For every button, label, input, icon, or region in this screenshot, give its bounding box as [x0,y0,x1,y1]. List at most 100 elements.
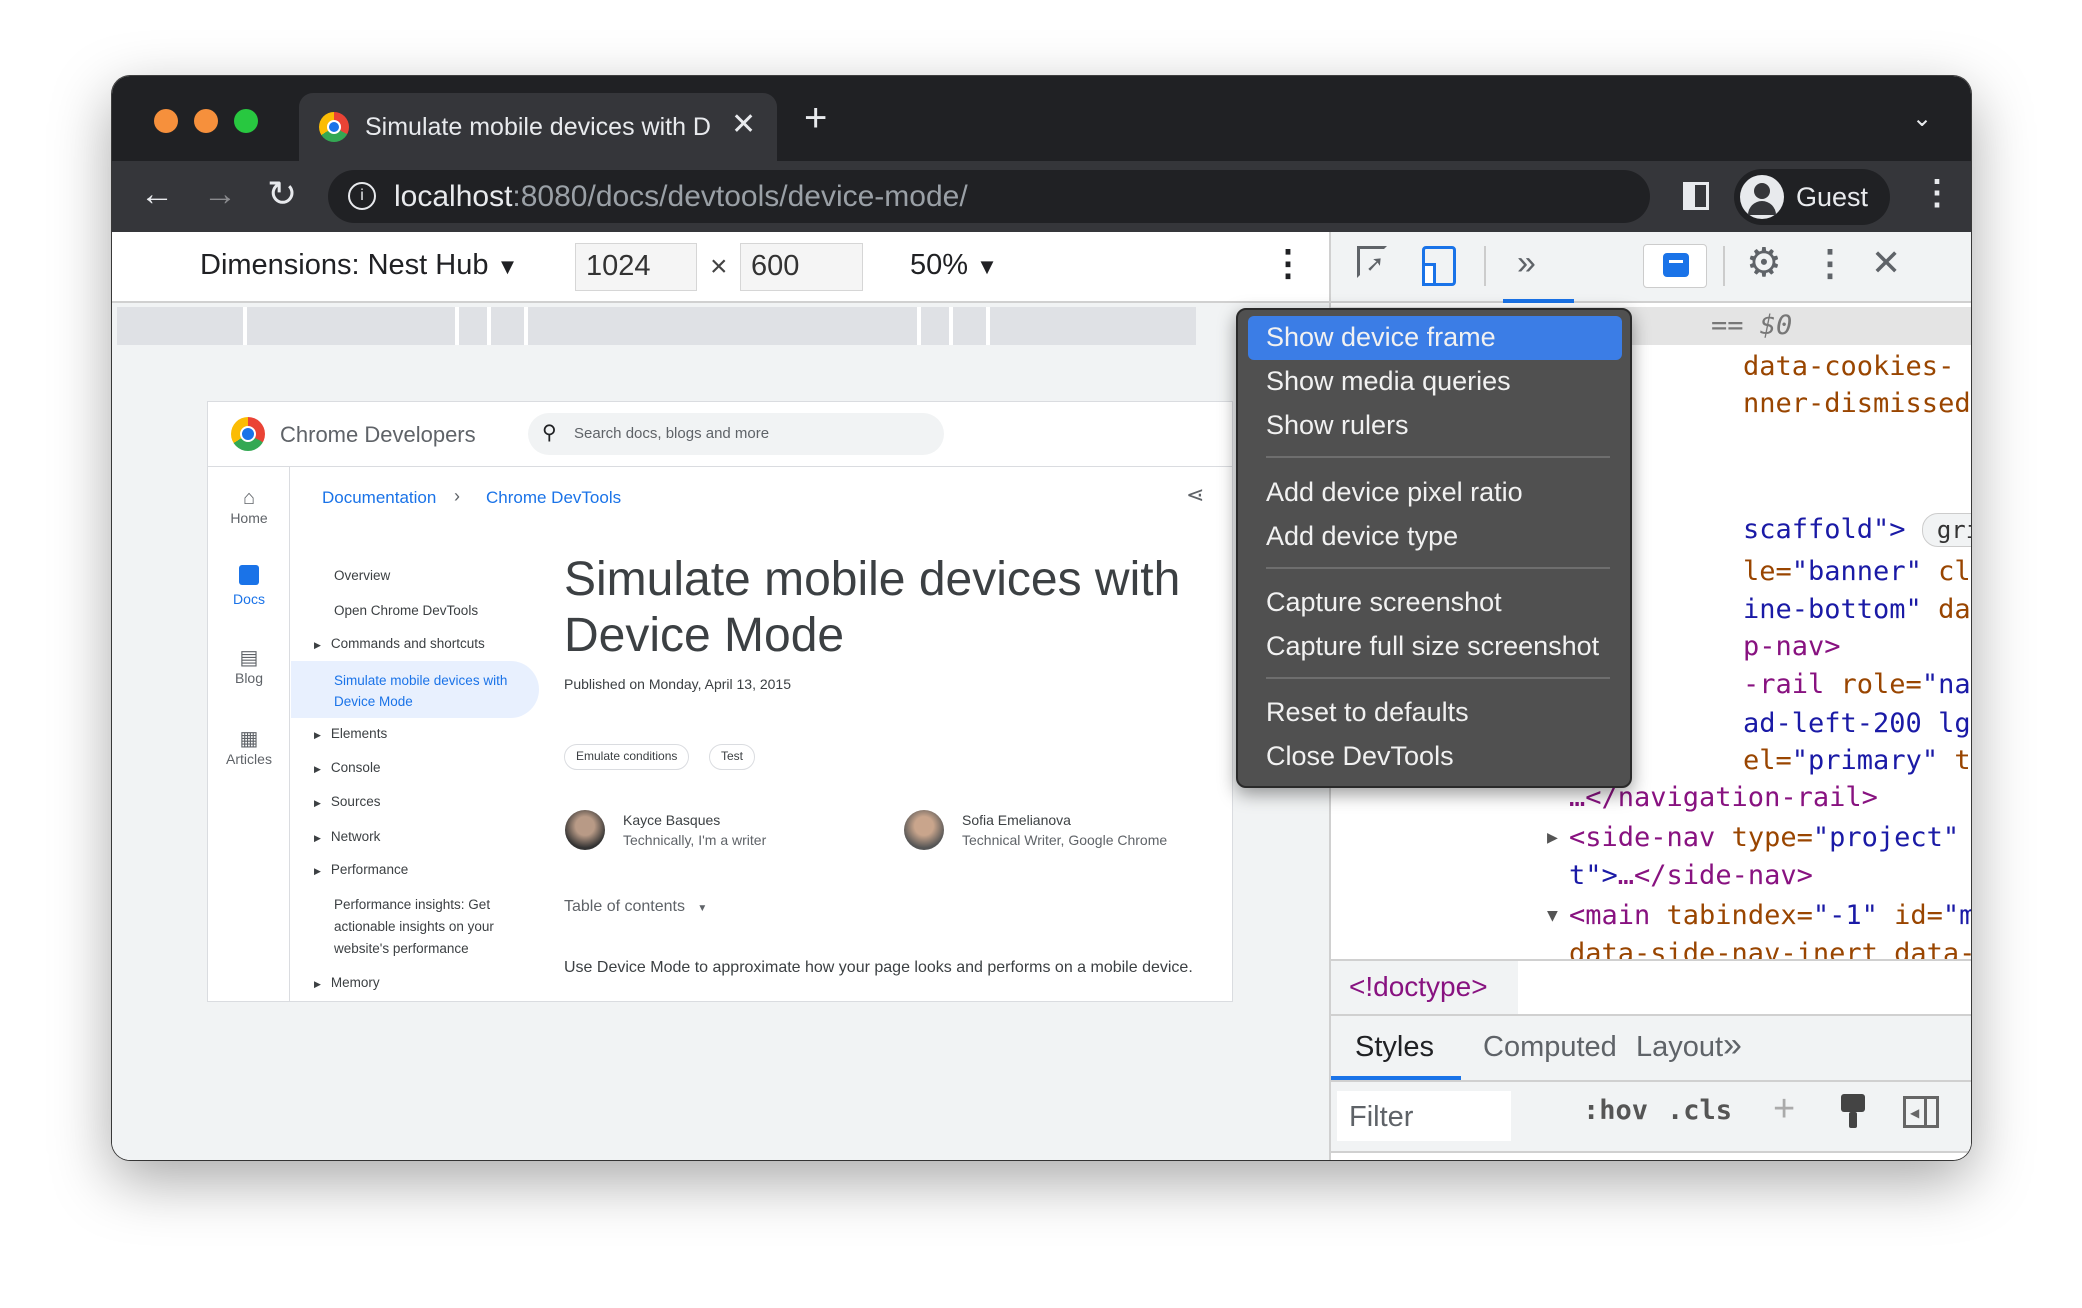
menu-item-add-device-pixel-ratio[interactable]: Add device pixel ratio [1248,471,1622,515]
dimensions-select[interactable]: Dimensions: Nest Hub ▼ [200,249,518,282]
caret-down-icon: ▼ [697,903,708,914]
tag-chip[interactable]: Test [709,744,756,770]
zoom-select[interactable]: 50% ▼ [910,249,998,282]
new-style-rule-icon[interactable]: + [1773,1088,1795,1131]
tab-search-chevron-icon[interactable]: ⌄ [1912,104,1932,133]
sidebar-item[interactable]: ▶ Elements [314,726,387,741]
more-options-icon[interactable]: ⋮ [1270,242,1306,284]
rail-home[interactable]: ⌂ Home [208,487,290,526]
tab-layout[interactable]: Layout [1636,1031,1723,1064]
toolbar-divider [1723,246,1725,286]
hover-state-toggle[interactable]: :hov [1583,1095,1648,1126]
menu-item-show-device-frame[interactable]: Show device frame [1248,316,1622,360]
more-tabs-icon[interactable]: » [1517,244,1536,283]
browser-tab[interactable]: Simulate mobile devices with D ✕ [299,93,777,161]
close-window-button[interactable] [154,109,178,133]
expand-triangle-icon[interactable]: ▶ [1547,819,1558,857]
menu-item-close-devtools[interactable]: Close DevTools [1248,735,1622,779]
new-tab-icon[interactable]: + [804,96,827,141]
sidebar-item[interactable]: ▶ Sources [314,794,380,809]
width-input[interactable]: 1024 [575,243,697,291]
height-input[interactable]: 600 [740,243,863,291]
code-line[interactable]: scaffold"> grid [1743,511,1971,549]
code-line[interactable]: le="banner" class="d [1743,553,1971,591]
toggle-sidebar-icon[interactable]: ◀ [1903,1096,1939,1128]
code-line[interactable]: el="primary" tabinde [1743,742,1971,780]
breadcrumb-documentation[interactable]: Documentation [322,488,436,508]
reload-icon[interactable]: ↻ [267,173,297,215]
sidebar-item[interactable]: ▶ Performance [314,862,408,877]
search-placeholder: Search docs, blogs and more [574,425,770,442]
search-input[interactable]: ⚲ Search docs, blogs and more [528,413,944,455]
media-query-bar[interactable] [117,307,1196,345]
menu-separator [1266,567,1610,569]
filter-input[interactable]: Filter [1337,1091,1511,1141]
site-info-icon[interactable]: i [348,182,376,210]
menu-item-show-media-queries[interactable]: Show media queries [1248,360,1622,404]
sidebar-item[interactable]: Open Chrome DevTools [334,603,478,618]
close-tab-icon[interactable]: ✕ [731,107,756,142]
sidebar-item[interactable]: ▶ Commands and shortcuts [314,636,485,651]
menu-item-capture-full-size-screenshot[interactable]: Capture full size screenshot [1248,625,1622,669]
code-line[interactable]: ad-left-200 lg:pad-r [1743,705,1971,743]
sidebar-item-active[interactable]: Simulate mobile devices with Device Mode [334,670,507,712]
code-line[interactable]: t">…</side-nav> [1569,857,1813,895]
close-devtools-icon[interactable]: ✕ [1871,242,1901,284]
more-tabs-icon[interactable]: » [1723,1026,1742,1065]
settings-gear-icon[interactable]: ⚙ [1746,240,1782,286]
inspect-element-icon[interactable]: ➚ [1357,246,1387,278]
menu-item-reset-to-defaults[interactable]: Reset to defaults [1248,691,1622,735]
menu-item-capture-screenshot[interactable]: Capture screenshot [1248,581,1622,625]
browser-menu-icon[interactable]: ⋮ [1920,173,1954,213]
code-line[interactable]: <side-nav type="project" view=" [1569,819,1971,857]
profile-button[interactable]: Guest [1734,169,1890,225]
breadcrumb-devtools[interactable]: Chrome DevTools [486,488,621,508]
tab-styles[interactable]: Styles [1355,1031,1434,1064]
code-line[interactable]: ine-bottom" data-sid [1743,591,1971,629]
rail-docs[interactable]: Docs [208,565,290,607]
device-toolbar-toggle-icon[interactable] [1422,246,1456,286]
code-line[interactable]: data-side-nav-inert data-search [1569,935,1971,959]
code-line[interactable]: p-nav> [1743,628,1841,666]
code-line[interactable]: nner-dismissed> [1743,385,1971,423]
table-of-contents-toggle[interactable]: Table of contents ▼ [564,898,707,916]
paint-brush-icon[interactable] [1841,1094,1865,1128]
feedback-button[interactable] [1643,244,1707,288]
collapse-triangle-icon[interactable]: ▼ [1547,897,1558,935]
code-line[interactable]: data-cookies- [1743,348,1954,386]
active-tab-indicator [1503,299,1574,303]
active-tab-indicator [1331,1076,1461,1080]
grid-badge[interactable]: grid [1921,513,1971,547]
side-panel-icon[interactable] [1683,182,1709,210]
devtools-menu-icon[interactable]: ⋮ [1812,242,1848,284]
code-line[interactable]: <main tabindex="-1" id="main-co [1569,897,1971,935]
sidebar-item[interactable]: ▶ Console [314,760,380,775]
chrome-logo-icon [231,417,265,451]
articles-icon: ▦ [239,728,259,750]
site-brand: Chrome Developers [280,422,476,447]
rail-blog[interactable]: ▤ Blog [208,645,290,686]
rail-articles[interactable]: ▦ Articles [208,726,290,767]
sidebar-item[interactable]: ▶ Memory [314,975,380,990]
tab-computed[interactable]: Computed [1483,1031,1617,1064]
tag-chip[interactable]: Emulate conditions [564,744,690,770]
expand-arrow-icon: ▶ [314,866,321,876]
back-icon[interactable]: ← [140,175,174,214]
class-toggle[interactable]: .cls [1667,1095,1732,1126]
sidebar-item[interactable]: Performance insights: Get actionable insi… [334,894,494,960]
menu-item-add-device-type[interactable]: Add device type [1248,515,1622,559]
menu-item-show-rulers[interactable]: Show rulers [1248,404,1622,448]
intro-paragraph: Use Device Mode to approximate how your … [564,959,1193,976]
forward-icon[interactable]: → [203,175,237,214]
code-line[interactable]: -rail role="navigati [1743,666,1971,704]
minimize-window-button[interactable] [194,109,218,133]
rail-label: Home [230,510,268,526]
sidebar-item[interactable]: ▶ Network [314,829,380,844]
breadcrumb-doctype[interactable]: <!doctype> [1331,961,1518,1014]
rail-label: Docs [233,591,265,607]
sidebar-item[interactable]: Overview [334,568,390,583]
selected-node-marker: == $0 [1711,310,1793,341]
share-icon[interactable]: ⋖ [1186,482,1204,508]
maximize-window-button[interactable] [234,109,258,133]
omnibox[interactable]: i localhost:8080/docs/devtools/device-mo… [328,170,1650,223]
